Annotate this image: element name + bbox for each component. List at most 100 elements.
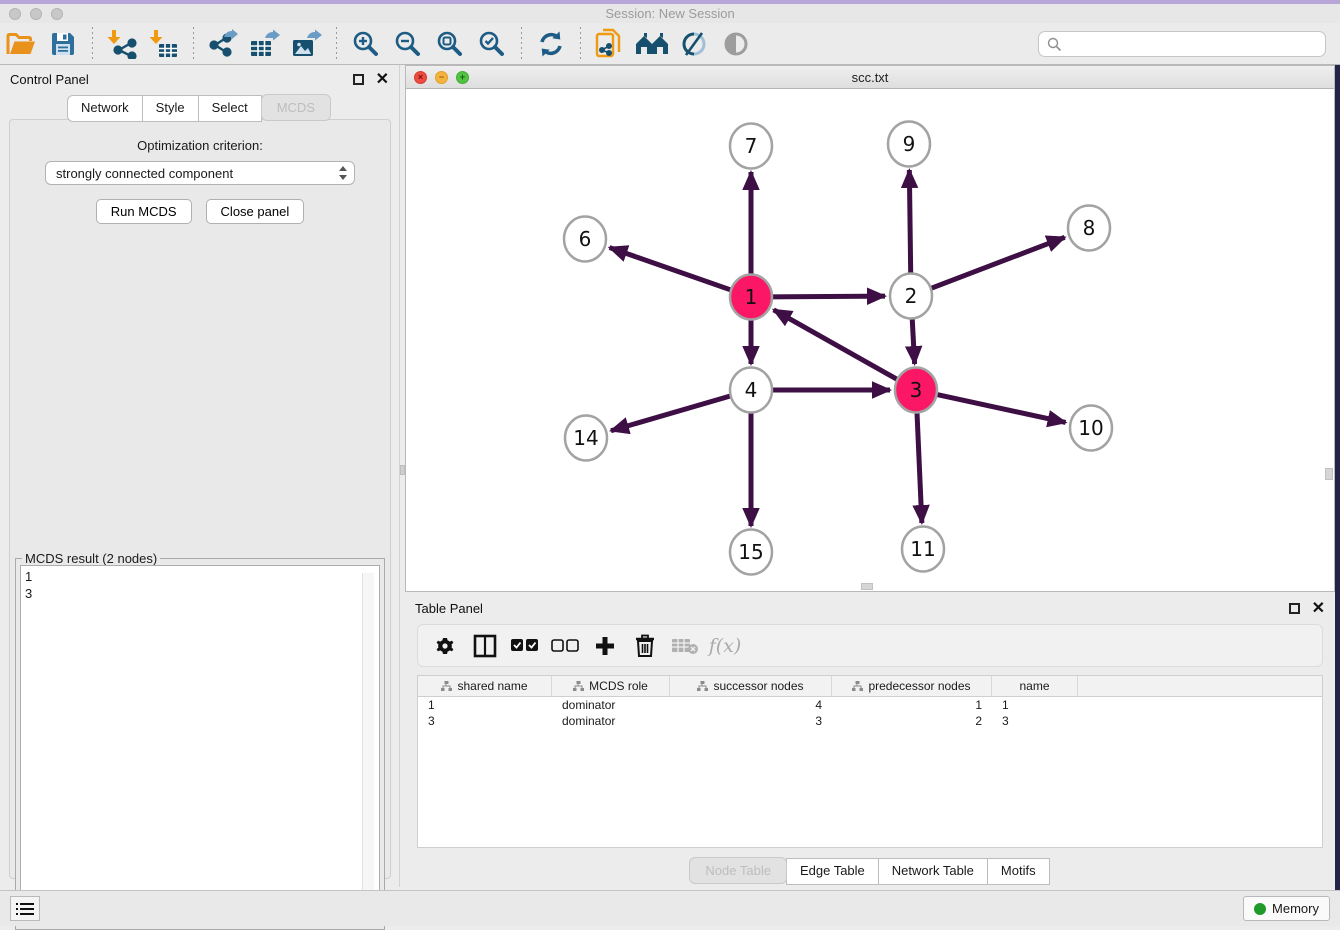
zoom-selected-button[interactable] [471, 25, 513, 63]
graph-edge-2-3[interactable] [912, 314, 915, 364]
zoom-in-button[interactable] [345, 25, 387, 63]
graph-edge-1-6[interactable] [610, 248, 734, 291]
column-label: shared name [457, 679, 527, 693]
cell-predecessor-nodes[interactable]: 1 [832, 697, 992, 713]
toolbar-search[interactable] [1038, 31, 1326, 57]
table-row[interactable]: 3 dominator 3 2 3 [418, 713, 1322, 729]
graph-node-7[interactable]: 7 [730, 124, 772, 169]
column-header-shared-name[interactable]: shared name [418, 676, 552, 696]
cell-successor-nodes[interactable]: 3 [670, 713, 832, 729]
node-table: shared name MCDS role successor nodes pr… [417, 675, 1323, 847]
table-options-button[interactable] [428, 629, 462, 663]
save-session-button[interactable] [42, 25, 84, 63]
zoom-fit-button[interactable] [429, 25, 471, 63]
graph-node-9[interactable]: 9 [888, 122, 930, 167]
graph-edge-3-10[interactable] [934, 394, 1066, 423]
column-header-successor-nodes[interactable]: successor nodes [670, 676, 832, 696]
graph-node-11[interactable]: 11 [902, 527, 944, 572]
deselect-all-columns-button[interactable] [548, 629, 582, 663]
search-input[interactable] [1062, 37, 1317, 52]
save-icon [50, 31, 76, 57]
network-canvas[interactable]: 7 9 6 8 1 2 4 3 14 10 15 11 [406, 89, 1334, 591]
tab-network[interactable]: Network [67, 95, 143, 122]
graph-node-15[interactable]: 15 [730, 530, 772, 575]
clone-network-button[interactable] [589, 25, 631, 63]
export-table-button[interactable] [244, 25, 286, 63]
column-header-name[interactable]: name [992, 676, 1078, 696]
graph-node-3[interactable]: 3 [895, 368, 937, 413]
column-label: successor nodes [713, 679, 803, 693]
graph-edge-3-11[interactable] [917, 408, 922, 523]
network-vertical-scroll-thumb[interactable] [1325, 468, 1333, 480]
show-column-button[interactable] [468, 629, 502, 663]
cell-name[interactable]: 1 [992, 697, 1078, 713]
main-toolbar [0, 23, 1340, 65]
select-all-columns-button[interactable] [508, 629, 542, 663]
graph-node-4[interactable]: 4 [730, 368, 772, 413]
graph-edge-4-14[interactable] [611, 395, 734, 431]
cell-name[interactable]: 3 [992, 713, 1078, 729]
graph-edge-2-8[interactable] [928, 237, 1065, 289]
table-row[interactable]: 1 dominator 4 1 1 [418, 697, 1322, 713]
hide-graphics-details-button[interactable] [673, 25, 715, 63]
tab-style[interactable]: Style [142, 95, 199, 122]
network-horizontal-scroll-thumb[interactable] [861, 583, 873, 590]
delete-column-button[interactable] [628, 629, 662, 663]
column-type-icon [441, 681, 452, 692]
cell-shared-name[interactable]: 1 [418, 697, 552, 713]
network-window-titlebar[interactable]: × − + scc.txt [406, 66, 1334, 89]
export-network-button[interactable] [202, 25, 244, 63]
tab-mcds[interactable]: MCDS [261, 94, 331, 121]
graph-edge-2-9[interactable] [909, 170, 910, 278]
graph-node-label: 11 [910, 537, 935, 561]
graph-node-10[interactable]: 10 [1070, 406, 1112, 451]
apply-layout-button[interactable] [530, 25, 572, 63]
close-panel-button[interactable]: Close panel [206, 199, 305, 224]
optimization-criterion-label: Optimization criterion: [10, 138, 390, 153]
graph-node-6[interactable]: 6 [564, 217, 606, 262]
tab-select[interactable]: Select [198, 95, 262, 122]
control-panel-float-icon[interactable] [353, 74, 364, 85]
add-column-button[interactable] [588, 629, 622, 663]
task-history-button[interactable] [10, 896, 40, 921]
column-header-mcds-role[interactable]: MCDS role [552, 676, 670, 696]
column-header-predecessor-nodes[interactable]: predecessor nodes [832, 676, 992, 696]
run-mcds-button[interactable]: Run MCDS [96, 199, 192, 224]
table-panel-close-icon[interactable]: ✕ [1312, 603, 1325, 614]
mcds-result-line: 3 [25, 586, 32, 601]
import-table-button[interactable] [143, 25, 185, 63]
network-title: scc.txt [406, 70, 1334, 85]
optimization-criterion-select[interactable]: strongly connected component [45, 161, 355, 185]
cell-predecessor-nodes[interactable]: 2 [832, 713, 992, 729]
tab-edge-table[interactable]: Edge Table [786, 858, 879, 885]
memory-button[interactable]: Memory [1243, 896, 1330, 921]
import-network-button[interactable] [101, 25, 143, 63]
open-session-button[interactable] [0, 25, 42, 63]
graph-node-1[interactable]: 1 [730, 275, 772, 320]
cell-mcds-role[interactable]: dominator [552, 713, 670, 729]
list-icon [16, 902, 34, 916]
tab-node-table[interactable]: Node Table [689, 857, 787, 884]
mcds-result-textarea[interactable]: 1 3 [20, 565, 380, 925]
graph-node-14[interactable]: 14 [565, 416, 607, 461]
graph-node-2[interactable]: 2 [890, 274, 932, 319]
zoom-out-icon [394, 30, 422, 58]
table-tabs: Node Table Edge Table Network Table Moti… [405, 858, 1335, 885]
graph-edge-1-2[interactable] [769, 296, 885, 297]
show-graphics-details-button[interactable] [715, 25, 757, 63]
zoom-out-button[interactable] [387, 25, 429, 63]
cell-mcds-role[interactable]: dominator [552, 697, 670, 713]
tab-network-table[interactable]: Network Table [878, 858, 988, 885]
export-image-button[interactable] [286, 25, 328, 63]
control-panel-close-icon[interactable]: ✕ [376, 74, 389, 85]
graph-node-8[interactable]: 8 [1068, 206, 1110, 251]
result-scrollbar[interactable] [362, 573, 374, 919]
column-type-icon [697, 681, 708, 692]
cell-shared-name[interactable]: 3 [418, 713, 552, 729]
graph-edge-3-1[interactable] [774, 310, 901, 381]
return-to-gallery-button[interactable] [631, 25, 673, 63]
tab-motifs[interactable]: Motifs [987, 858, 1050, 885]
table-panel-float-icon[interactable] [1289, 603, 1300, 614]
cell-successor-nodes[interactable]: 4 [670, 697, 832, 713]
control-panel-title: Control Panel [10, 72, 353, 87]
